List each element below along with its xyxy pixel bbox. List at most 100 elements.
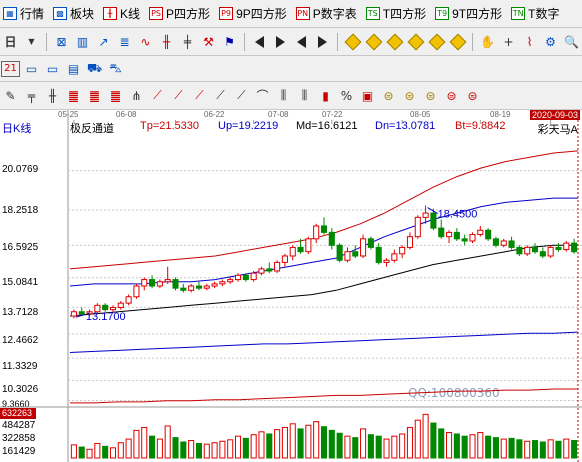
volume-bar [453,433,460,459]
volume-bar [149,435,156,459]
candle-body [203,285,210,289]
candle-body [430,212,437,229]
candle-body [547,246,554,257]
candle-body [383,259,390,263]
candle-body [422,212,429,218]
candle-body [289,246,296,257]
volume-bar [227,439,234,459]
candle-body [563,242,570,251]
volume-bar [563,438,570,459]
volume-bar [94,442,101,459]
candle-body [438,227,445,238]
candle-body [320,225,328,233]
kline-chart[interactable]: 18.4500 13.1700 [0,0,582,462]
candle-body [414,216,421,238]
candle-body [219,281,226,285]
volume-bar [219,440,226,459]
volume-bar [524,440,531,459]
volume-bar [328,429,335,459]
volume-bar [516,439,523,459]
candle-body [149,279,156,287]
volume-bar [188,440,195,459]
candle-body [70,311,77,317]
low-marker-label: 13.1700 [86,311,126,323]
candle-body [391,253,398,261]
candle-body [227,279,234,283]
volume-bar [539,441,546,459]
candle-body [305,238,312,253]
candle-body [406,236,414,248]
volume-bar [70,444,77,459]
candle-body [469,234,476,242]
candle-body [195,285,202,289]
volume-bar [117,442,124,459]
candle-body [266,268,273,272]
volume-bar [438,428,445,459]
candle-body [531,246,539,253]
candle-body [344,251,351,261]
volume-bar [391,435,398,459]
volume-bar [508,437,515,459]
volume-bar [336,432,343,459]
volume-bar [469,434,476,459]
candle-body [313,225,320,240]
candle-body [281,255,288,263]
volume-bar [156,438,163,459]
volume-bar [297,428,304,459]
volume-bar [133,429,140,459]
volume-bar [352,437,359,459]
volume-bar [430,422,437,459]
candle-body [461,238,468,242]
volume-bar [375,435,382,459]
volume-bar [274,429,281,459]
volume-bar [250,434,257,459]
candle-body [446,231,453,238]
candle-body [242,274,249,281]
volume-bar [172,437,179,459]
candle-body [367,238,374,248]
candle-body [258,268,265,274]
candle-body [516,246,523,255]
candle-body [172,279,179,289]
candle-body [141,279,148,287]
candle-body [102,304,109,311]
candle-body [336,244,343,261]
candle-body [297,246,304,253]
candle-body [274,261,281,272]
volume-bar [492,437,499,459]
volume-bar [555,440,562,459]
volume-bar [242,437,249,459]
candle-body [524,246,531,255]
volume-bar [125,438,132,459]
volume-bar [313,421,320,459]
high-marker-label: 18.4500 [438,209,478,221]
candle-body [500,240,507,246]
candle-body [234,274,242,281]
volume-bar [203,443,210,459]
candle-body [125,296,132,304]
candle-body [571,242,578,253]
candle-body [109,306,117,311]
volume-bar [234,435,242,459]
volume-bar [281,426,288,459]
volume-bar [414,419,421,459]
volume-bar [547,439,554,459]
candle-body [477,229,484,236]
volume-bar [531,440,539,459]
volume-bar [461,435,468,459]
volume-bar [180,441,187,459]
candle-body [508,240,515,248]
volume-bar [289,423,296,459]
candle-body [164,279,171,283]
candle-body [360,238,367,257]
candle-body [156,281,163,287]
volume-bar [305,424,312,459]
candle-body [492,238,499,246]
candle-body [133,285,140,298]
volume-bar [399,433,406,459]
volume-bar [344,435,351,459]
volume-bar [406,426,414,459]
volume-bar [102,445,109,459]
candle-body [399,246,406,255]
volume-bar [446,432,453,459]
